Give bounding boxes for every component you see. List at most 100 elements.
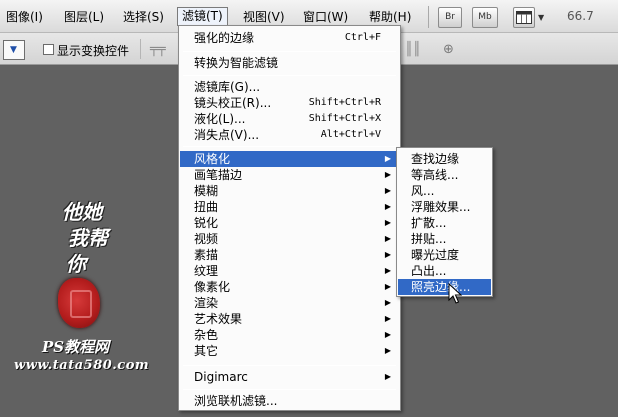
menu-item-label: 素描 — [194, 248, 219, 262]
chevron-down-icon: ▼ — [10, 45, 17, 55]
menu-item-label: 浏览联机滤镜... — [194, 394, 278, 408]
mini-bridge-button[interactable]: Mb — [472, 7, 498, 28]
filter-menu: 强化的边缘 Ctrl+F 转换为智能滤镜 滤镜库(G)... 镜头校正(R)..… — [178, 25, 401, 411]
menu-item-label: 液化(L)... — [194, 112, 246, 126]
submenu-arrow-icon: ▶ — [384, 372, 391, 381]
menu-select[interactable]: 选择(S) — [119, 8, 168, 27]
submenu-item-solarize[interactable]: 曝光过度 — [398, 247, 491, 263]
watermark-line1: 他她 — [62, 200, 102, 224]
menubar-divider — [428, 6, 429, 28]
view-extras-button[interactable] — [513, 7, 535, 28]
menu-image[interactable]: 图像(I) — [2, 8, 47, 27]
zoom-level[interactable]: 66.7 — [567, 9, 594, 23]
menu-item-label: 画笔描边 — [194, 168, 243, 182]
watermark-line3: 你 — [66, 252, 86, 276]
menu-item-render[interactable]: 渲染 ▶ — [180, 295, 399, 311]
menu-item-label: 转换为智能滤镜 — [194, 56, 279, 70]
bridge-button[interactable]: Br — [438, 7, 462, 28]
menu-item-shortcut: Ctrl+F — [344, 32, 381, 43]
menu-item-label: 风格化 — [194, 152, 231, 166]
submenu-arrow-icon: ▶ — [384, 346, 391, 355]
menu-item-digimarc[interactable]: Digimarc ▶ — [180, 369, 399, 385]
menu-item-label: 消失点(V)... — [194, 128, 260, 142]
menu-filter[interactable]: 滤镜(T) — [177, 7, 228, 26]
menu-item-label: 视频 — [194, 232, 219, 246]
menu-item-lens-correction[interactable]: 镜头校正(R)... Shift+Ctrl+R — [180, 95, 399, 111]
submenu-arrow-icon: ▶ — [384, 282, 391, 291]
menu-item-label: 其它 — [194, 344, 219, 358]
show-transform-label: 显示变换控件 — [57, 44, 130, 58]
menu-item-last-filter[interactable]: 强化的边缘 Ctrl+F — [180, 30, 399, 46]
menu-item-vanishing-point[interactable]: 消失点(V)... Alt+Ctrl+V — [180, 127, 399, 143]
submenu-item-wind[interactable]: 风... — [398, 183, 491, 199]
chevron-down-icon[interactable]: ▼ — [538, 13, 544, 22]
menu-item-blur[interactable]: 模糊 ▶ — [180, 183, 399, 199]
menu-item-artistic[interactable]: 艺术效果 ▶ — [180, 311, 399, 327]
tool-preset-picker[interactable]: ▼ — [3, 40, 25, 60]
grid-icon — [516, 11, 532, 24]
bridge-label: Br — [445, 12, 455, 22]
menu-separator — [183, 51, 396, 52]
menu-item-convert-smart[interactable]: 转换为智能滤镜 — [180, 55, 399, 71]
menu-item-label: 强化的边缘 — [194, 31, 255, 45]
submenu-arrow-icon: ▶ — [384, 250, 391, 259]
distribute-icon[interactable]: ║║ — [405, 42, 421, 57]
options-divider — [140, 39, 141, 59]
submenu-item-extrude[interactable]: 凸出... — [398, 263, 491, 279]
menu-item-label: 纹理 — [194, 264, 219, 278]
menu-separator — [183, 389, 396, 390]
submenu-arrow-icon: ▶ — [384, 154, 391, 163]
menu-item-shortcut: Shift+Ctrl+R — [308, 97, 381, 108]
menu-item-pixelate[interactable]: 像素化 ▶ — [180, 279, 399, 295]
submenu-arrow-icon: ▶ — [384, 218, 391, 227]
menu-item-texture[interactable]: 纹理 ▶ — [180, 263, 399, 279]
show-transform-checkbox[interactable] — [43, 44, 54, 55]
mini-bridge-label: Mb — [478, 12, 492, 22]
menu-item-shortcut: Shift+Ctrl+X — [308, 113, 381, 124]
submenu-item-glowing-edges[interactable]: 照亮边缘... — [398, 279, 491, 295]
submenu-arrow-icon: ▶ — [384, 186, 391, 195]
menu-item-browse-online[interactable]: 浏览联机滤镜... — [180, 393, 399, 409]
menu-separator — [183, 146, 396, 147]
menu-item-label: 模糊 — [194, 184, 219, 198]
submenu-arrow-icon: ▶ — [384, 234, 391, 243]
submenu-item-diffuse[interactable]: 扩散... — [398, 215, 491, 231]
watermark-url: www.tata580.com — [14, 358, 150, 373]
menu-item-shortcut: Alt+Ctrl+V — [320, 129, 381, 140]
submenu-item-find-edges[interactable]: 查找边缘 — [398, 151, 491, 167]
mouse-cursor-icon — [448, 283, 462, 304]
watermark-ps-logo: PS教程网 — [42, 338, 110, 356]
menu-item-label: 像素化 — [194, 280, 231, 294]
submenu-item-tiles[interactable]: 拼贴... — [398, 231, 491, 247]
menu-item-brush-strokes[interactable]: 画笔描边 ▶ — [180, 167, 399, 183]
menu-item-label: 镜头校正(R)... — [194, 96, 272, 110]
submenu-arrow-icon: ▶ — [384, 330, 391, 339]
menu-item-sharpen[interactable]: 锐化 ▶ — [180, 215, 399, 231]
watermark-line2: 我帮 — [68, 226, 108, 250]
auto-align-icon[interactable]: ⊕ — [443, 42, 454, 57]
seal-stamp — [58, 278, 100, 328]
menu-item-label: 艺术效果 — [194, 312, 243, 326]
menu-item-label: Digimarc — [194, 370, 248, 384]
menu-item-label: 锐化 — [194, 216, 219, 230]
submenu-arrow-icon: ▶ — [384, 298, 391, 307]
menu-separator — [183, 75, 396, 76]
menu-layer[interactable]: 图层(L) — [60, 8, 108, 27]
submenu-arrow-icon: ▶ — [384, 266, 391, 275]
menu-item-label: 扭曲 — [194, 200, 219, 214]
align-top-icon[interactable]: ╤╤ — [150, 42, 166, 57]
menu-item-video[interactable]: 视频 ▶ — [180, 231, 399, 247]
menu-item-distort[interactable]: 扭曲 ▶ — [180, 199, 399, 215]
menu-item-filter-gallery[interactable]: 滤镜库(G)... — [180, 79, 399, 95]
menu-item-other[interactable]: 其它 ▶ — [180, 343, 399, 359]
menu-item-liquify[interactable]: 液化(L)... Shift+Ctrl+X — [180, 111, 399, 127]
menu-item-sketch[interactable]: 素描 ▶ — [180, 247, 399, 263]
menu-item-noise[interactable]: 杂色 ▶ — [180, 327, 399, 343]
menu-item-label: 滤镜库(G)... — [194, 80, 261, 94]
menu-separator — [183, 365, 396, 366]
stylize-submenu: 查找边缘 等高线... 风... 浮雕效果... 扩散... 拼贴... 曝光过… — [396, 147, 493, 297]
submenu-arrow-icon: ▶ — [384, 170, 391, 179]
submenu-item-emboss[interactable]: 浮雕效果... — [398, 199, 491, 215]
submenu-item-trace-contour[interactable]: 等高线... — [398, 167, 491, 183]
menu-item-stylize[interactable]: 风格化 ▶ — [180, 151, 399, 167]
